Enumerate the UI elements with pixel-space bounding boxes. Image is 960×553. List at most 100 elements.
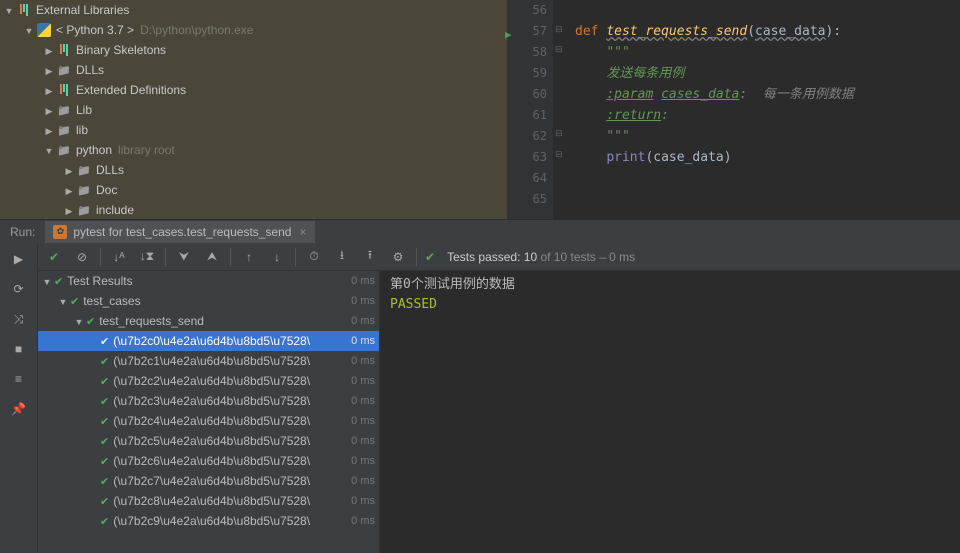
chevron-right-icon[interactable] bbox=[64, 203, 74, 217]
settings-button[interactable]: ⚙ bbox=[388, 247, 408, 267]
test-label: (\u7b2c5\u4e2a\u6d4b\u8bd5\u7528\ bbox=[113, 434, 351, 448]
test-tree[interactable]: ✔Test Results0 ms ✔test_cases0 ms ✔test_… bbox=[38, 271, 380, 553]
test-case[interactable]: ✔(\u7b2c6\u4e2a\u6d4b\u8bd5\u7528\0 ms bbox=[38, 451, 379, 471]
line-number: 59 bbox=[507, 63, 547, 84]
tree-node[interactable]: Lib bbox=[0, 100, 507, 120]
tree-label: include bbox=[96, 203, 134, 217]
chevron-down-icon[interactable] bbox=[42, 274, 52, 288]
folder-icon bbox=[76, 162, 92, 178]
toggle-auto-test-button[interactable]: ⟳ bbox=[9, 279, 29, 299]
test-config-icon: ✿ bbox=[53, 225, 67, 239]
stop-button[interactable]: ■ bbox=[9, 339, 29, 359]
test-case[interactable]: ✔(\u7b2c0\u4e2a\u6d4b\u8bd5\u7528\0 ms bbox=[38, 331, 379, 351]
code-token: (case_data) bbox=[645, 150, 731, 165]
show-passed-button[interactable]: ✔ bbox=[44, 247, 64, 267]
library-icon bbox=[56, 82, 72, 98]
test-console[interactable]: 第0个测试用例的数据 PASSED bbox=[380, 271, 960, 553]
tree-node-python[interactable]: < Python 3.7 > D:\python\python.exe bbox=[0, 20, 507, 40]
chevron-right-icon[interactable] bbox=[44, 83, 54, 97]
tree-node-external-libraries[interactable]: External Libraries bbox=[0, 0, 507, 20]
folder-icon bbox=[56, 122, 72, 138]
import-button[interactable]: ⭳ bbox=[332, 247, 352, 267]
test-label: test_cases bbox=[83, 294, 351, 308]
chevron-down-icon[interactable] bbox=[74, 314, 84, 328]
tree-label: < Python 3.7 > bbox=[56, 23, 134, 37]
chevron-right-icon[interactable] bbox=[64, 183, 74, 197]
test-case[interactable]: ✔(\u7b2c2\u4e2a\u6d4b\u8bd5\u7528\0 ms bbox=[38, 371, 379, 391]
next-test-button[interactable]: ↓ bbox=[267, 247, 287, 267]
fold-minus-icon[interactable]: ⊟ bbox=[555, 24, 563, 35]
test-label: (\u7b2c7\u4e2a\u6d4b\u8bd5\u7528\ bbox=[113, 474, 351, 488]
chevron-right-icon[interactable] bbox=[44, 103, 54, 117]
code-token: ): bbox=[825, 24, 841, 39]
test-function[interactable]: ✔test_requests_send0 ms bbox=[38, 311, 379, 331]
fold-end-icon[interactable]: ⊟ bbox=[555, 149, 563, 160]
test-label: (\u7b2c2\u4e2a\u6d4b\u8bd5\u7528\ bbox=[113, 374, 351, 388]
chevron-right-icon[interactable] bbox=[44, 63, 54, 77]
chevron-right-icon[interactable] bbox=[44, 43, 54, 57]
run-label: Run: bbox=[0, 225, 45, 239]
close-icon[interactable]: × bbox=[299, 225, 306, 239]
tree-node[interactable]: include bbox=[0, 200, 507, 219]
code-token: case_data bbox=[755, 24, 825, 39]
test-case[interactable]: ✔(\u7b2c1\u4e2a\u6d4b\u8bd5\u7528\0 ms bbox=[38, 351, 379, 371]
chevron-down-icon[interactable] bbox=[44, 143, 54, 157]
tree-label: DLLs bbox=[76, 63, 104, 77]
tree-node-python-root[interactable]: pythonlibrary root bbox=[0, 140, 507, 160]
rerun-button[interactable]: ▶ bbox=[9, 249, 29, 269]
test-case[interactable]: ✔(\u7b2c8\u4e2a\u6d4b\u8bd5\u7528\0 ms bbox=[38, 491, 379, 511]
test-case[interactable]: ✔(\u7b2c3\u4e2a\u6d4b\u8bd5\u7528\0 ms bbox=[38, 391, 379, 411]
line-gutter: 56 ▶57 58 59 60 61 62 63 64 65 bbox=[507, 0, 553, 219]
test-case[interactable]: ✔(\u7b2c9\u4e2a\u6d4b\u8bd5\u7528\0 ms bbox=[38, 511, 379, 531]
test-label: (\u7b2c1\u4e2a\u6d4b\u8bd5\u7528\ bbox=[113, 354, 351, 368]
sort-duration-button[interactable]: ↓⧗ bbox=[137, 247, 157, 267]
rerun-failed-button[interactable]: ⤨ bbox=[9, 309, 29, 329]
test-case[interactable]: ✔(\u7b2c4\u4e2a\u6d4b\u8bd5\u7528\0 ms bbox=[38, 411, 379, 431]
fold-column[interactable]: ⊟ ⊟ ⊟ ⊟ bbox=[553, 0, 571, 219]
test-status-text: Tests passed: 10 of 10 tests – 0 ms bbox=[447, 250, 635, 264]
code-area[interactable]: def test_requests_send(case_data): """ 发… bbox=[571, 0, 960, 219]
test-module[interactable]: ✔test_cases0 ms bbox=[38, 291, 379, 311]
code-token: 发送每条用例 bbox=[606, 66, 684, 81]
fold-end-icon[interactable]: ⊟ bbox=[555, 128, 563, 139]
chevron-down-icon[interactable] bbox=[4, 3, 14, 17]
tree-label: External Libraries bbox=[36, 3, 129, 17]
sort-alpha-button[interactable]: ↓ᴬ bbox=[109, 247, 129, 267]
check-icon: ✔ bbox=[100, 375, 109, 388]
test-case[interactable]: ✔(\u7b2c5\u4e2a\u6d4b\u8bd5\u7528\0 ms bbox=[38, 431, 379, 451]
check-icon: ✔ bbox=[86, 315, 95, 328]
code-editor[interactable]: 56 ▶57 58 59 60 61 62 63 64 65 ⊟ ⊟ ⊟ ⊟ d… bbox=[507, 0, 960, 219]
check-icon: ✔ bbox=[54, 275, 63, 288]
code-token: """ bbox=[606, 129, 629, 144]
tree-node[interactable]: Binary Skeletons bbox=[0, 40, 507, 60]
prev-test-button[interactable]: ↑ bbox=[239, 247, 259, 267]
collapse-all-button[interactable]: ⮝ bbox=[202, 247, 222, 267]
chevron-down-icon[interactable] bbox=[58, 294, 68, 308]
test-time: 0 ms bbox=[351, 435, 375, 447]
tree-node[interactable]: DLLs bbox=[0, 60, 507, 80]
test-time: 0 ms bbox=[351, 415, 375, 427]
folder-icon bbox=[76, 182, 92, 198]
tree-node[interactable]: Doc bbox=[0, 180, 507, 200]
pin-button[interactable]: 📌 bbox=[9, 399, 29, 419]
run-tab[interactable]: ✿ pytest for test_cases.test_requests_se… bbox=[45, 221, 314, 243]
tree-node[interactable]: DLLs bbox=[0, 160, 507, 180]
tree-node[interactable]: lib bbox=[0, 120, 507, 140]
tree-node[interactable]: Extended Definitions bbox=[0, 80, 507, 100]
expand-all-button[interactable]: ⮟ bbox=[174, 247, 194, 267]
fold-minus-icon[interactable]: ⊟ bbox=[555, 44, 563, 55]
separator bbox=[416, 248, 417, 266]
test-toolbar: ✔ ⊘ ↓ᴬ ↓⧗ ⮟ ⮝ ↑ ↓ ⏱ ⭳ ⭱ ⚙ bbox=[38, 243, 960, 271]
project-tree[interactable]: External Libraries < Python 3.7 > D:\pyt… bbox=[0, 0, 507, 219]
test-root[interactable]: ✔Test Results0 ms bbox=[38, 271, 379, 291]
tree-label: Binary Skeletons bbox=[76, 43, 166, 57]
export-button[interactable]: ⭱ bbox=[360, 247, 380, 267]
chevron-down-icon[interactable] bbox=[24, 23, 34, 37]
test-case[interactable]: ✔(\u7b2c7\u4e2a\u6d4b\u8bd5\u7528\0 ms bbox=[38, 471, 379, 491]
chevron-right-icon[interactable] bbox=[44, 123, 54, 137]
history-button[interactable]: ⏱ bbox=[304, 247, 324, 267]
test-time: 0 ms bbox=[351, 475, 375, 487]
layout-button[interactable]: ≡ bbox=[9, 369, 29, 389]
chevron-right-icon[interactable] bbox=[64, 163, 74, 177]
show-ignored-button[interactable]: ⊘ bbox=[72, 247, 92, 267]
